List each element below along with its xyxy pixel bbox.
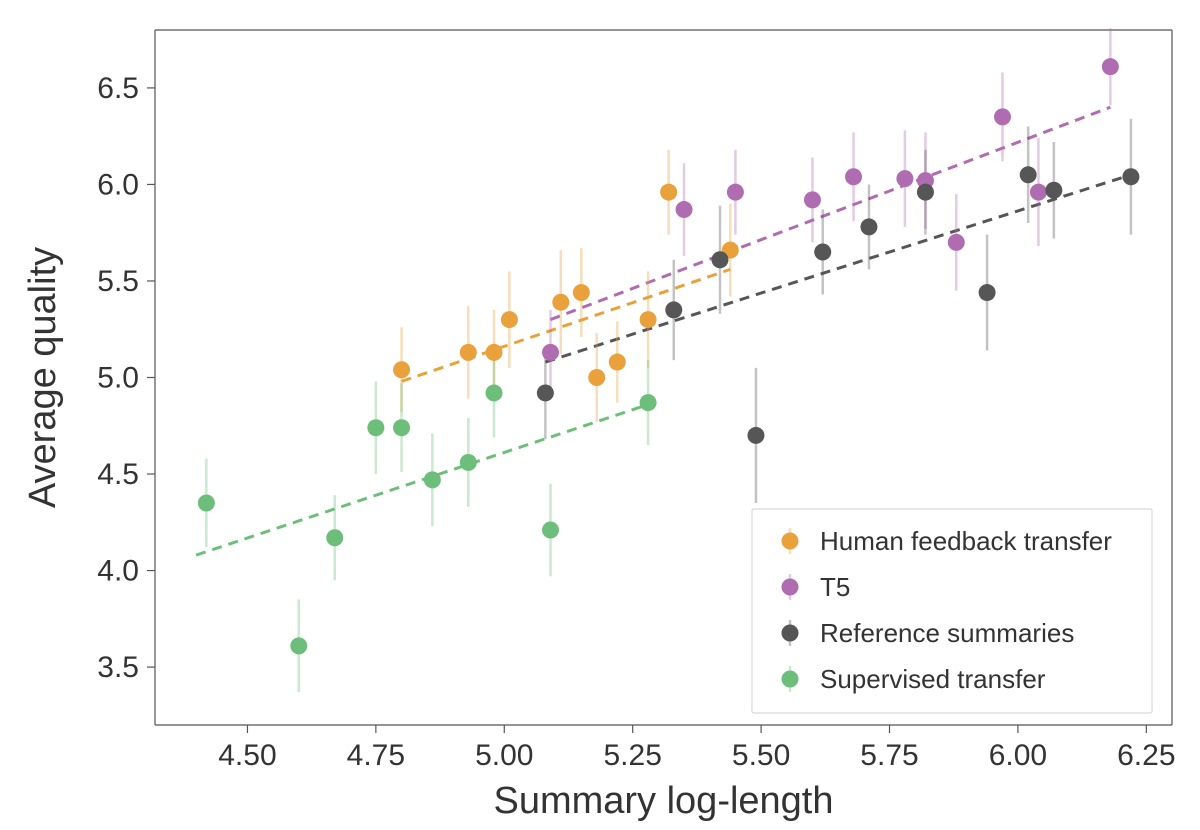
data-point — [198, 494, 215, 511]
data-point — [665, 301, 682, 318]
data-point — [860, 218, 877, 235]
data-point — [552, 294, 569, 311]
trend-line — [196, 405, 648, 556]
legend-label: Human feedback transfer — [820, 526, 1112, 556]
y-tick-label: 5.5 — [97, 265, 139, 298]
data-point — [727, 184, 744, 201]
y-tick-label: 4.5 — [97, 458, 139, 491]
data-point — [460, 454, 477, 471]
data-point — [804, 191, 821, 208]
data-point — [896, 170, 913, 187]
data-point — [1102, 58, 1119, 75]
x-tick-label: 5.00 — [475, 739, 533, 772]
x-tick-label: 6.00 — [989, 739, 1047, 772]
data-point — [609, 354, 626, 371]
data-point — [994, 108, 1011, 125]
legend-marker-icon — [782, 533, 799, 550]
x-axis-label: Summary log-length — [493, 780, 833, 822]
y-tick-label: 4.0 — [97, 555, 139, 588]
data-point — [542, 522, 559, 539]
legend-marker-icon — [782, 625, 799, 642]
data-point — [917, 184, 934, 201]
legend-label: Reference summaries — [820, 618, 1074, 648]
data-point — [845, 168, 862, 185]
scatter-chart: 4.50 4.75 5.00 5.25 5.50 5.75 6.00 6.25 3.5 4.0 4… — [0, 0, 1200, 830]
legend: Human feedback transfer T5 Reference summa… — [752, 509, 1152, 713]
data-point — [501, 311, 518, 328]
y-tick-label: 3.5 — [97, 651, 139, 684]
data-point — [542, 344, 559, 361]
x-tick-label: 5.50 — [732, 739, 790, 772]
data-point — [747, 427, 764, 444]
data-point — [1030, 184, 1047, 201]
y-tick-label: 6.5 — [97, 72, 139, 105]
data-point — [486, 384, 503, 401]
data-point — [573, 284, 590, 301]
data-point — [537, 384, 554, 401]
x-tick-label: 4.50 — [218, 739, 276, 772]
data-point — [660, 184, 677, 201]
x-tick-label: 4.75 — [347, 739, 405, 772]
data-point — [588, 369, 605, 386]
legend-label: Supervised transfer — [820, 664, 1046, 694]
data-point — [486, 344, 503, 361]
trend-line — [551, 107, 1111, 319]
data-point — [393, 419, 410, 436]
y-tick-label: 5.0 — [97, 362, 139, 395]
data-point — [640, 311, 657, 328]
data-point — [460, 344, 477, 361]
y-axis-label: Average quality — [22, 247, 64, 508]
data-point — [393, 361, 410, 378]
data-point — [1045, 182, 1062, 199]
legend-marker-icon — [782, 579, 799, 596]
data-point — [640, 394, 657, 411]
data-point — [948, 234, 965, 251]
chart-container: 4.50 4.75 5.00 5.25 5.50 5.75 6.00 6.25 3.5 4.0 4… — [0, 0, 1200, 830]
data-point — [326, 529, 343, 546]
legend-label: T5 — [820, 572, 850, 602]
trend-line — [545, 175, 1131, 362]
data-point — [676, 201, 693, 218]
x-tick-label: 5.25 — [603, 739, 661, 772]
x-tick-label: 5.75 — [860, 739, 918, 772]
data-point — [290, 637, 307, 654]
data-point — [814, 244, 831, 261]
data-point — [367, 419, 384, 436]
data-point — [1020, 166, 1037, 183]
data-point — [712, 251, 729, 268]
y-tick-label: 6.0 — [97, 168, 139, 201]
legend-marker-icon — [782, 671, 799, 688]
data-point — [1122, 168, 1139, 185]
data-point — [424, 471, 441, 488]
x-tick-label: 6.25 — [1117, 739, 1175, 772]
data-point — [979, 284, 996, 301]
trend-line — [402, 269, 731, 381]
